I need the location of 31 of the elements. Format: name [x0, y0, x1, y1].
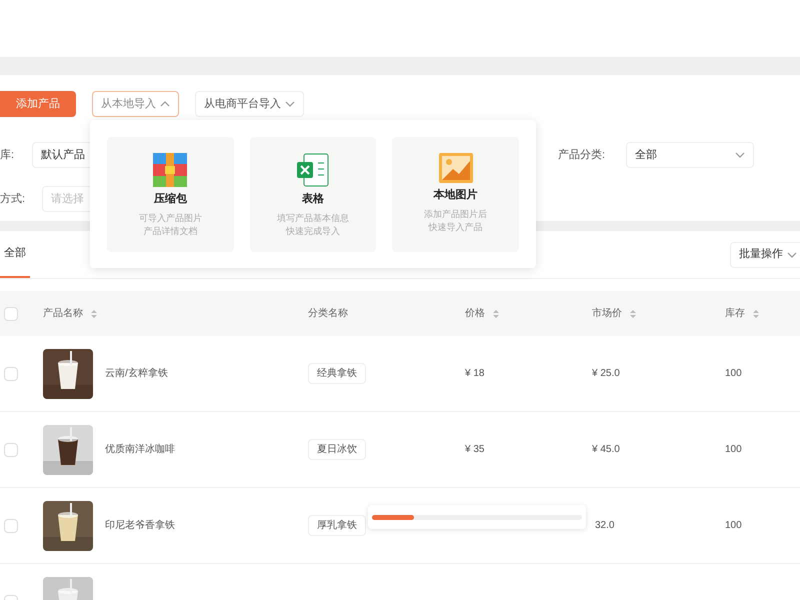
price-text: ¥ 18: [465, 368, 484, 379]
category-tag: 夏日冰饮: [308, 439, 366, 460]
stock-text: 100: [725, 444, 742, 455]
price-text: ¥ 35: [465, 444, 484, 455]
product-name: 印尼老爷香拿铁: [105, 518, 175, 533]
product-name: 云南/玄粹拿铁: [105, 366, 168, 381]
option-description: 可导入产品图片: [138, 212, 202, 224]
filter-label: 库:: [0, 148, 16, 163]
market-price-text: ¥ 45.0: [592, 444, 620, 455]
option-title: 表格: [302, 192, 324, 207]
column-header: 市场价: [592, 306, 622, 321]
column-header: 价格: [465, 306, 485, 321]
filter-label: 产品分类:: [558, 148, 606, 163]
option-description: 添加产品图片后: [424, 208, 488, 220]
column-header: 库存: [725, 306, 745, 321]
option-description: 快速导入产品: [428, 220, 483, 234]
stock-text: 100: [725, 520, 742, 531]
category-tag: 经典拿铁: [308, 363, 366, 384]
stock-text: 100: [725, 368, 742, 379]
product-name: 优质南洋冰咖啡: [105, 442, 175, 457]
option-title: 本地图片: [434, 188, 478, 203]
category-tag: 厚乳拿铁: [308, 515, 366, 536]
column-header: 产品名称: [43, 306, 83, 321]
option-description: 填写产品基本信息: [277, 212, 349, 224]
market-price-text: ¥ 25.0: [592, 368, 620, 379]
option-title: 压缩包: [154, 192, 187, 207]
option-description: 产品详情文档: [143, 224, 198, 238]
market-price-text: 32.0: [595, 520, 614, 531]
column-header: 分类名称: [308, 306, 348, 321]
option-description: 快速完成导入: [286, 224, 340, 238]
filter-label: 方式:: [0, 192, 26, 207]
